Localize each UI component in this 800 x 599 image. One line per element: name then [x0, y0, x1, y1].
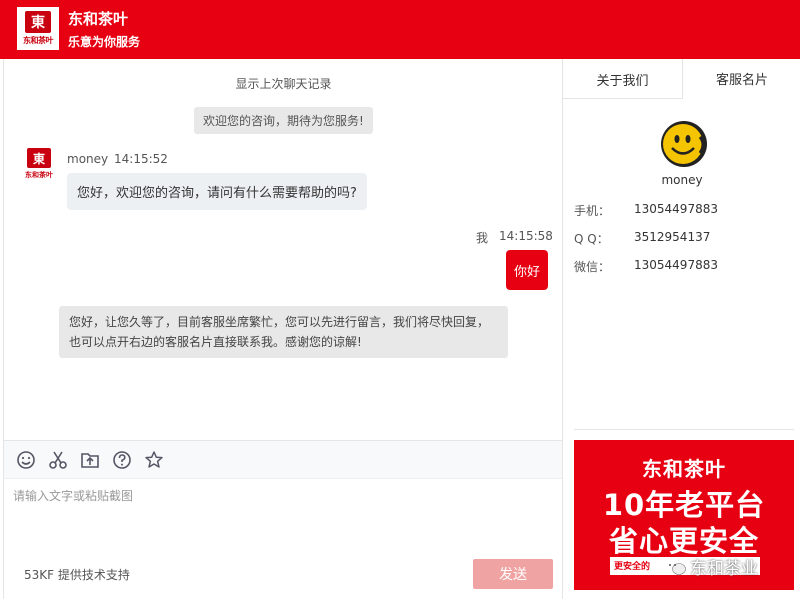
logo-text: 东和茶叶	[23, 36, 54, 45]
agent-logo-icon: 東	[27, 148, 51, 168]
promo-brand: 东和茶叶	[642, 457, 726, 481]
agent-message: 您好，欢迎您的咨询，请问有什么需要帮助的吗?	[67, 173, 367, 210]
star-icon[interactable]	[144, 450, 164, 470]
message-input[interactable]	[13, 487, 553, 547]
panel-tabs: 关于我们 客服名片	[563, 59, 800, 99]
message-composer: 53KF 提供技术支持 发送	[3, 479, 562, 599]
qq-value: 3512954137	[634, 230, 711, 244]
tab-about-us[interactable]: 关于我们	[563, 59, 683, 99]
emoji-icon[interactable]	[16, 450, 36, 470]
brand-subtitle: 乐意为你服务	[68, 35, 141, 49]
agent-avatar: 東 东和茶叶	[19, 148, 59, 190]
chat-toolbar	[3, 440, 562, 479]
agent-card-name: money	[661, 173, 703, 187]
brand-title: 东和茶叶	[68, 10, 129, 28]
promo-watermark: 东和茶业	[664, 554, 758, 579]
my-timestamp: 14:15:58	[499, 229, 553, 243]
panel-divider	[574, 429, 794, 430]
logo-mark-icon: 東	[25, 11, 51, 33]
phone-value: 13054497883	[634, 202, 718, 216]
system-greeting: 欢迎您的咨询，期待为您服务!	[194, 107, 373, 134]
promo-banner[interactable]: 东和茶叶 10年老平台 省心更安全 更安全的 东和茶业	[574, 440, 794, 590]
agent-avatar-text: 东和茶叶	[25, 171, 53, 179]
info-panel: 关于我们 客服名片 money 手机： 13054497883 Q Q： 351…	[562, 59, 800, 599]
wechat-label: 微信：	[574, 260, 611, 274]
chat-history[interactable]: 显示上次聊天记录 欢迎您的咨询，期待为您服务! 東 东和茶叶 money 14:…	[3, 59, 562, 440]
show-history-link[interactable]: 显示上次聊天记录	[4, 75, 563, 92]
send-button[interactable]: 发送	[473, 559, 553, 589]
app-header: 東 东和茶叶 东和茶叶 乐意为你服务	[0, 0, 800, 59]
agent-name: money	[67, 152, 109, 166]
agent-smiley-avatar-icon	[661, 121, 707, 167]
agent-timestamp: 14:15:52	[114, 152, 168, 166]
help-icon[interactable]	[112, 450, 132, 470]
qq-label: Q Q：	[574, 232, 609, 246]
auto-reply-message: 您好，让您久等了，目前客服坐席繁忙，您可以先进行留言，我们将尽快回复，也可以点开…	[59, 306, 508, 358]
folder-upload-icon[interactable]	[80, 450, 100, 470]
scissors-icon[interactable]	[48, 450, 68, 470]
tech-support-credit: 53KF 提供技术支持	[24, 568, 130, 582]
phone-label: 手机：	[574, 204, 611, 218]
tab-agent-card[interactable]: 客服名片	[683, 59, 800, 99]
promo-small-text: 更安全的	[614, 562, 651, 572]
brand-logo: 東 东和茶叶	[17, 7, 59, 50]
watermark-text: 东和茶业	[690, 559, 758, 579]
wechat-value: 13054497883	[634, 258, 718, 272]
my-message: 你好	[506, 250, 548, 290]
wechat-watermark-icon	[665, 559, 686, 575]
my-name: 我	[476, 231, 489, 245]
